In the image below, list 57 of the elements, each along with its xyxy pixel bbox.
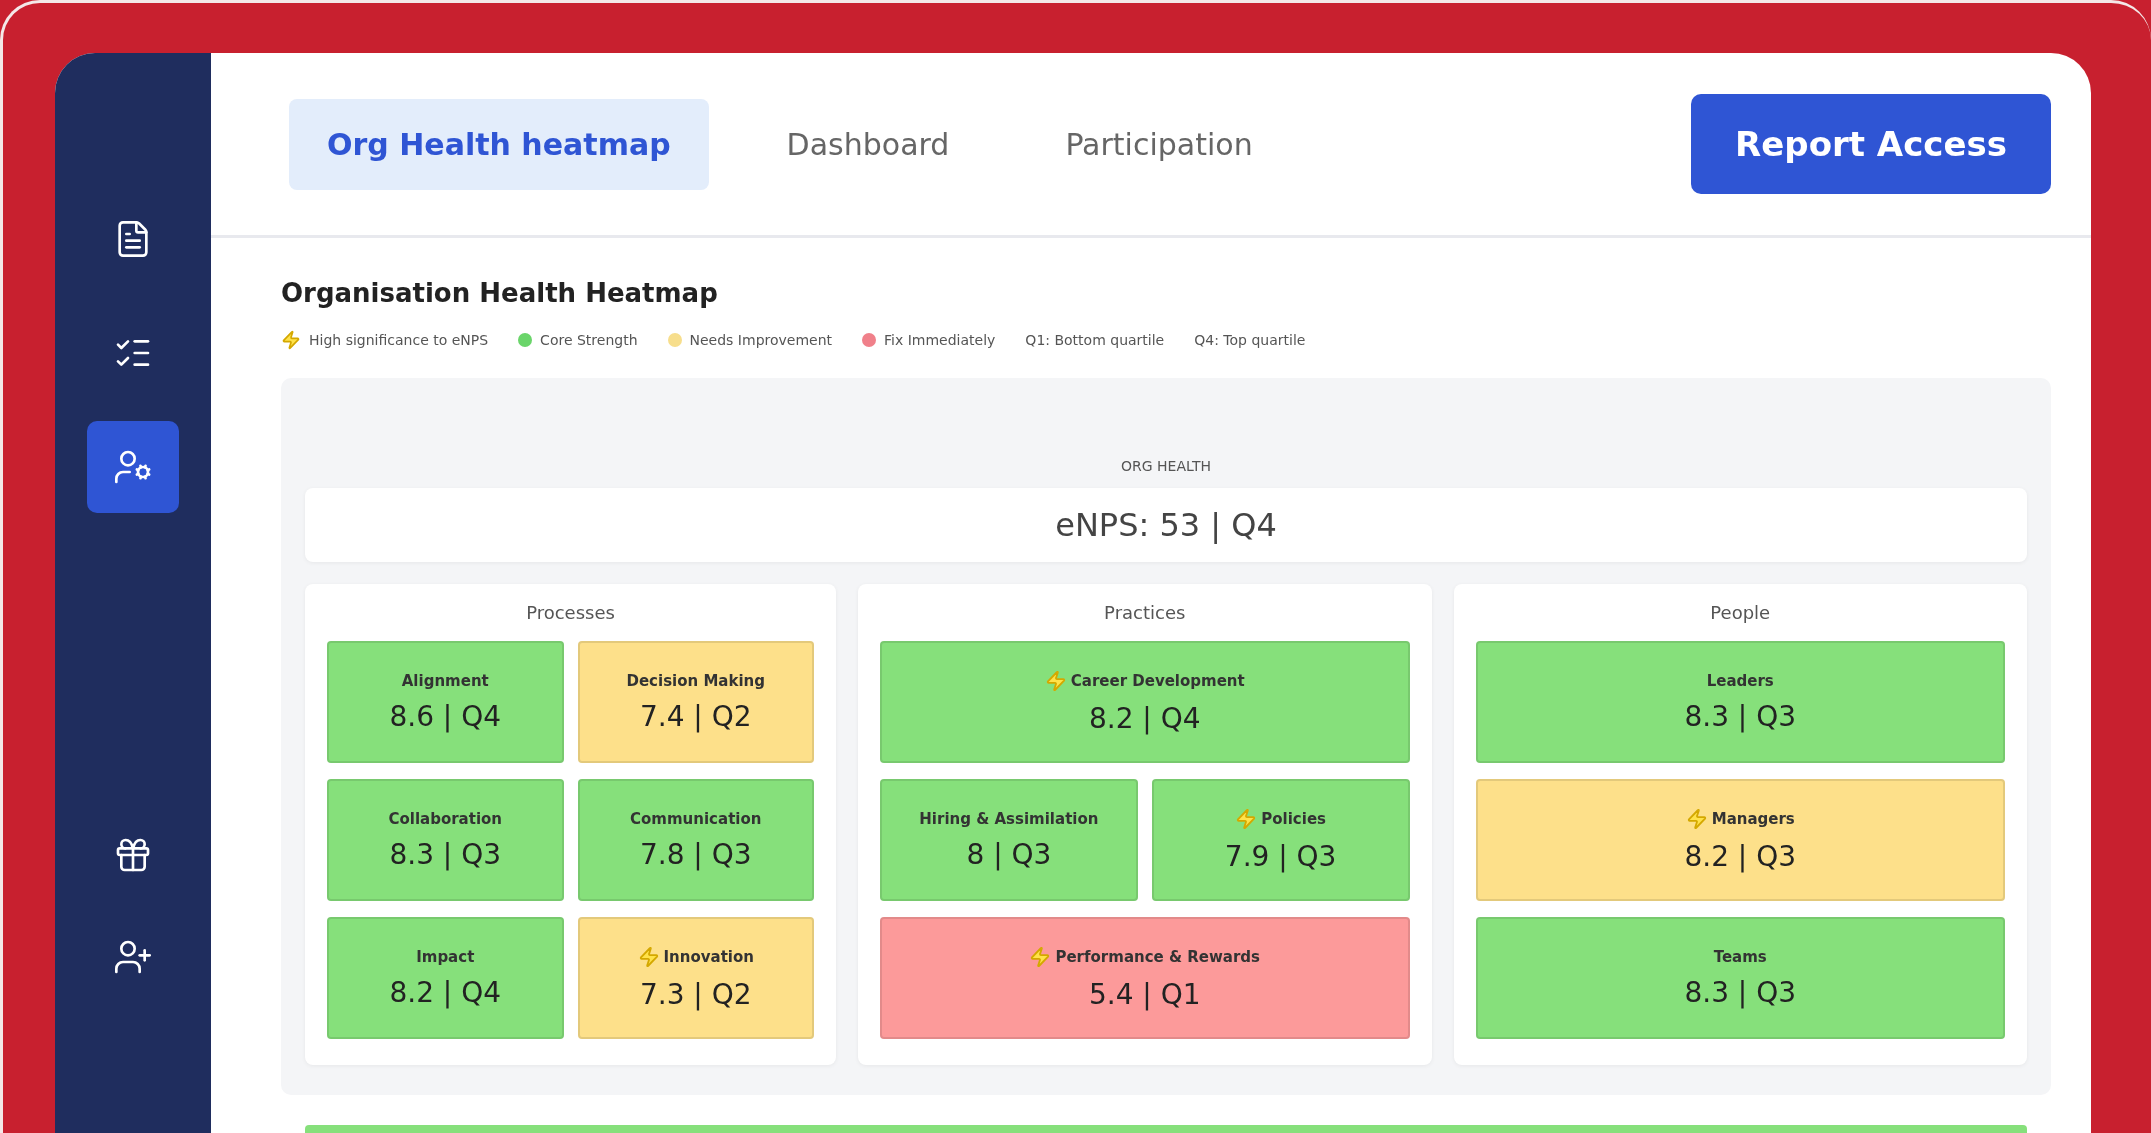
category-title: Practices	[1103, 602, 1187, 623]
legend-label: Fix Immediately	[884, 332, 996, 348]
tile-label: Alignment	[401, 671, 489, 690]
heatmap-tile[interactable]: Performance & Rewards 5.4 | Q1	[880, 917, 1410, 1039]
legend-label: Needs Improvement	[689, 332, 833, 348]
tile-score: 8.2 | Q3	[1684, 839, 1797, 873]
heatmap-tile[interactable]: Career Development 8.2 | Q4	[880, 641, 1410, 763]
section-title: Organisation Health Heatmap	[281, 278, 719, 308]
tile-label: Collaboration	[388, 809, 503, 828]
tile-label: Impact	[416, 947, 475, 966]
heatmap-tile[interactable]: Teams 8.3 | Q3	[1475, 917, 2005, 1039]
legend-label: High significance to eNPS	[309, 332, 489, 348]
sidebar-item[interactable]	[87, 421, 179, 513]
tile-score: 8.2 | Q4	[389, 975, 502, 1009]
heatmap-tile[interactable]: Hiring & Assimilation 8 | Q3	[880, 779, 1138, 901]
heatmap-tile[interactable]: Leaders 8.3 | Q3	[1475, 641, 2005, 763]
tile-score: 7.3 | Q2	[639, 977, 752, 1011]
enps-score: eNPS: 53 | Q4	[305, 488, 2027, 562]
tile-score: 8.6 | Q4	[389, 699, 502, 733]
tile-label: Communication	[630, 809, 762, 828]
legend-label: Q1: Bottom quartile	[1025, 332, 1165, 348]
tab[interactable]: Org Health heatmap	[289, 98, 709, 190]
heatmap-tile[interactable]: Innovation 7.3 | Q2	[577, 917, 814, 1039]
tile-score: 8.3 | Q3	[1684, 975, 1797, 1009]
heatmap-tile[interactable]: Communication 7.8 | Q3	[577, 779, 814, 901]
org-health-label: ORG HEALTH	[1120, 458, 1212, 474]
tile-label: Innovation	[663, 947, 754, 966]
tab[interactable]: Participation	[1027, 98, 1291, 190]
report-access-button[interactable]: Report Access	[1691, 94, 2051, 194]
tile-score: 8.3 | Q3	[1684, 699, 1797, 733]
legend-label: Core Strength	[540, 332, 638, 348]
tile-label: Leaders	[1706, 671, 1774, 690]
heatmap-tile[interactable]: Alignment 8.6 | Q4	[327, 641, 564, 763]
tile-label: Career Development	[1070, 671, 1245, 690]
tile-label: Decision Making	[626, 671, 765, 690]
tile-label: Managers	[1711, 809, 1795, 828]
tile-label: Teams	[1713, 947, 1767, 966]
heatmap-tile[interactable]: Policies 7.9 | Q3	[1151, 779, 1410, 901]
tab[interactable]: Dashboard	[748, 98, 988, 190]
lightning-icon	[281, 330, 301, 350]
category-title: People	[1709, 602, 1772, 623]
legend-label: Q4: Top quartile	[1194, 332, 1306, 348]
heatmap-tile[interactable]: Impact 8.2 | Q4	[327, 917, 564, 1039]
tile-score: 5.4 | Q1	[1088, 977, 1201, 1011]
heatmap-tile[interactable]: Decision Making 7.4 | Q2	[577, 641, 814, 763]
category-title: Processes	[525, 602, 616, 623]
heatmap-tile[interactable]: Managers 8.2 | Q3	[1475, 779, 2005, 901]
tile-label: Hiring & Assimilation	[919, 809, 1099, 828]
tile-label: Performance & Rewards	[1055, 947, 1261, 966]
tile-score: 7.4 | Q2	[639, 699, 752, 733]
tile-score: 8 | Q3	[966, 837, 1052, 871]
tile-label: Policies	[1261, 809, 1326, 828]
tile-score: 7.8 | Q3	[639, 837, 752, 871]
tile-score: 7.9 | Q3	[1224, 839, 1337, 873]
heatmap-tile[interactable]: Collaboration 8.3 | Q3	[327, 779, 564, 901]
tile-score: 8.3 | Q3	[389, 837, 502, 871]
tile-score: 8.2 | Q4	[1088, 701, 1201, 735]
